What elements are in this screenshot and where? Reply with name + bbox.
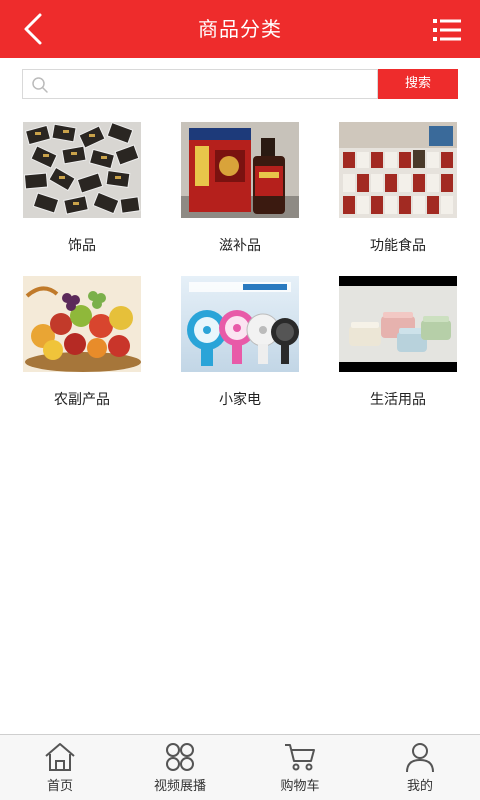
search-button[interactable]: 搜索 — [378, 69, 458, 99]
category-label: 饰品 — [68, 238, 96, 254]
category-image — [23, 122, 141, 218]
category-label: 功能食品 — [370, 238, 426, 254]
tab-label: 首页 — [46, 779, 73, 794]
app-header: 商品分类 — [0, 0, 480, 58]
tab-label: 我的 — [406, 779, 433, 794]
category-item[interactable]: 滋补品 — [180, 122, 300, 255]
user-icon — [406, 743, 434, 773]
category-label: 滋补品 — [219, 238, 261, 254]
tab-home[interactable]: 首页 — [0, 735, 120, 800]
tab-mine[interactable]: 我的 — [360, 735, 480, 800]
page-title: 商品分类 — [198, 17, 282, 41]
category-item[interactable]: 饰品 — [22, 122, 142, 255]
category-label: 农副产品 — [54, 392, 110, 408]
category-image — [339, 276, 457, 372]
category-item[interactable]: 生活用品 — [338, 276, 458, 409]
tab-cart[interactable]: 购物车 — [240, 735, 360, 800]
category-image — [339, 122, 457, 218]
search-input[interactable] — [53, 72, 373, 96]
bottom-tab-bar: 首页 视频展播 购物车 我的 — [0, 734, 480, 800]
category-item[interactable]: 功能食品 — [338, 122, 458, 255]
home-icon — [45, 743, 75, 771]
search-icon — [32, 77, 48, 93]
list-menu-icon — [433, 19, 461, 41]
category-image — [181, 276, 299, 372]
menu-button[interactable] — [432, 16, 462, 44]
category-label: 小家电 — [219, 392, 261, 408]
grid-icon — [166, 743, 194, 771]
category-label: 生活用品 — [370, 392, 426, 408]
category-item[interactable]: 小家电 — [180, 276, 300, 409]
category-image — [23, 276, 141, 372]
search-bar: 搜索 — [22, 69, 458, 99]
cart-icon — [285, 744, 315, 771]
tab-label: 视频展播 — [153, 779, 206, 794]
category-item[interactable]: 农副产品 — [22, 276, 142, 409]
category-image — [181, 122, 299, 218]
search-box — [22, 69, 378, 99]
tab-video[interactable]: 视频展播 — [120, 735, 240, 800]
tab-label: 购物车 — [280, 779, 320, 794]
